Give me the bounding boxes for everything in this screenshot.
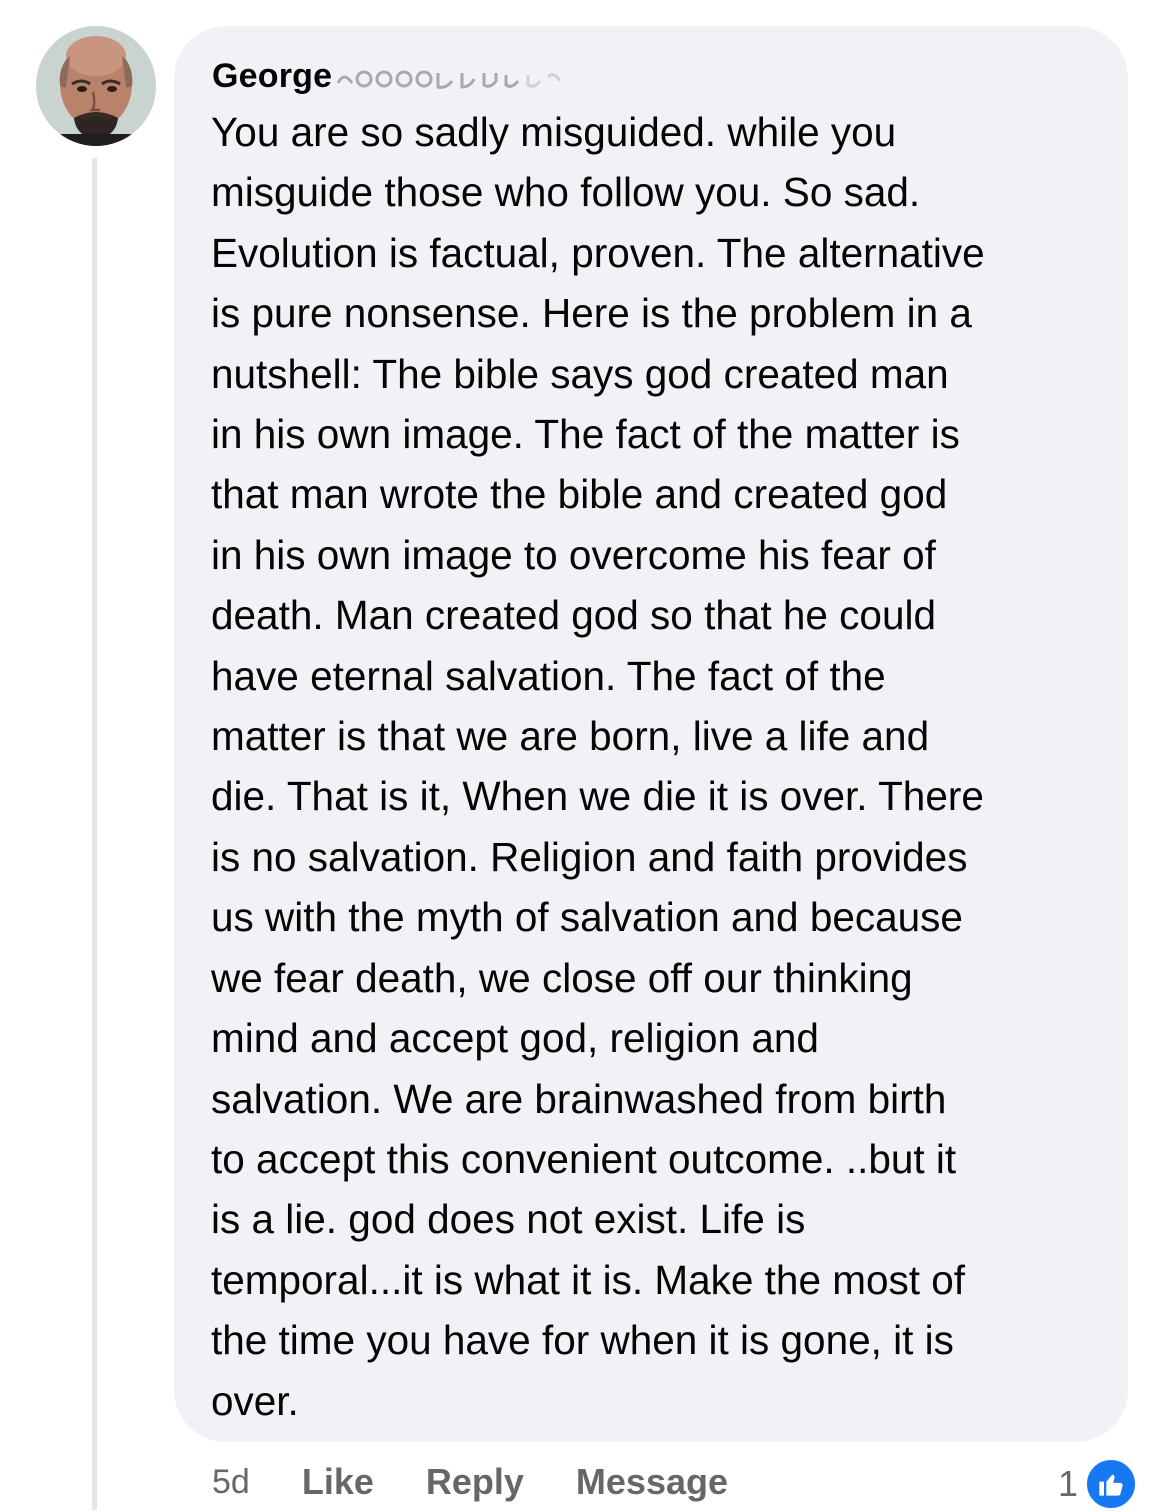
message-button[interactable]: Message (576, 1461, 728, 1503)
comment-text: You are so sadly misguided. while you mi… (211, 102, 1111, 1431)
comment-author-name[interactable]: George (212, 57, 332, 96)
comment-bubble: George You are so sadly misguided. while… (174, 26, 1128, 1442)
comment-text-line: that man wrote the bible and created god (211, 471, 948, 518)
comment-text-line: is pure nonsense. Here is the problem in… (211, 290, 972, 337)
comment-text-line: nutshell: The bible says god created man (211, 350, 949, 397)
comment-text-line: the time you have for when it is gone, i… (211, 1317, 954, 1364)
author-name-obscured (334, 61, 596, 91)
comment-actions: 5d Like Reply Message (212, 1452, 780, 1512)
reply-button[interactable]: Reply (426, 1461, 524, 1503)
comment-text-line: in his own image. The fact of the matter… (211, 411, 960, 458)
comment-text-line: in his own image to overcome his fear of (211, 531, 936, 578)
comment-text-line: have eternal salvation. The fact of the (211, 652, 886, 699)
comment-text-line: is no salvation. Religion and faith prov… (211, 833, 968, 880)
comment-text-line: us with the myth of salvation and becaus… (211, 894, 963, 941)
thumbs-up-icon (1084, 1457, 1138, 1511)
comment-text-line: die. That is it, When we die it is over.… (211, 773, 984, 820)
comment-text-line: death. Man created god so that he could (211, 592, 937, 639)
comment-text-line: is a lie. god does not exist. Life is (211, 1196, 806, 1243)
comment-text-line: over. (211, 1377, 299, 1424)
comment-text-line: to accept this convenient outcome. ..but… (211, 1135, 957, 1182)
like-button[interactable]: Like (302, 1461, 374, 1503)
comment-timestamp[interactable]: 5d (212, 1463, 250, 1502)
comment-text-line: temporal...it is what it is. Make the mo… (211, 1256, 966, 1303)
comment-text-line: misguide those who follow you. So sad. (211, 169, 921, 216)
comment-text-line: mind and accept god, religion and (211, 1015, 819, 1062)
comment-text-line: we fear death, we close off our thinking (211, 954, 913, 1001)
reaction-count: 1 (1057, 1463, 1078, 1504)
avatar[interactable] (36, 26, 156, 146)
comment-text-line: salvation. We are brainwashed from birth (211, 1075, 947, 1122)
comment-text-line: Evolution is factual, proven. The altern… (211, 229, 985, 276)
comment-text-line: You are so sadly misguided. while you (211, 109, 897, 155)
reply-thread-line (92, 158, 97, 1510)
comment-text-line: matter is that we are born, live a life … (211, 713, 930, 760)
reaction-summary[interactable]: 1 (1057, 1457, 1138, 1511)
comment-author-row: George (212, 54, 596, 98)
avatar-photo (36, 26, 156, 146)
